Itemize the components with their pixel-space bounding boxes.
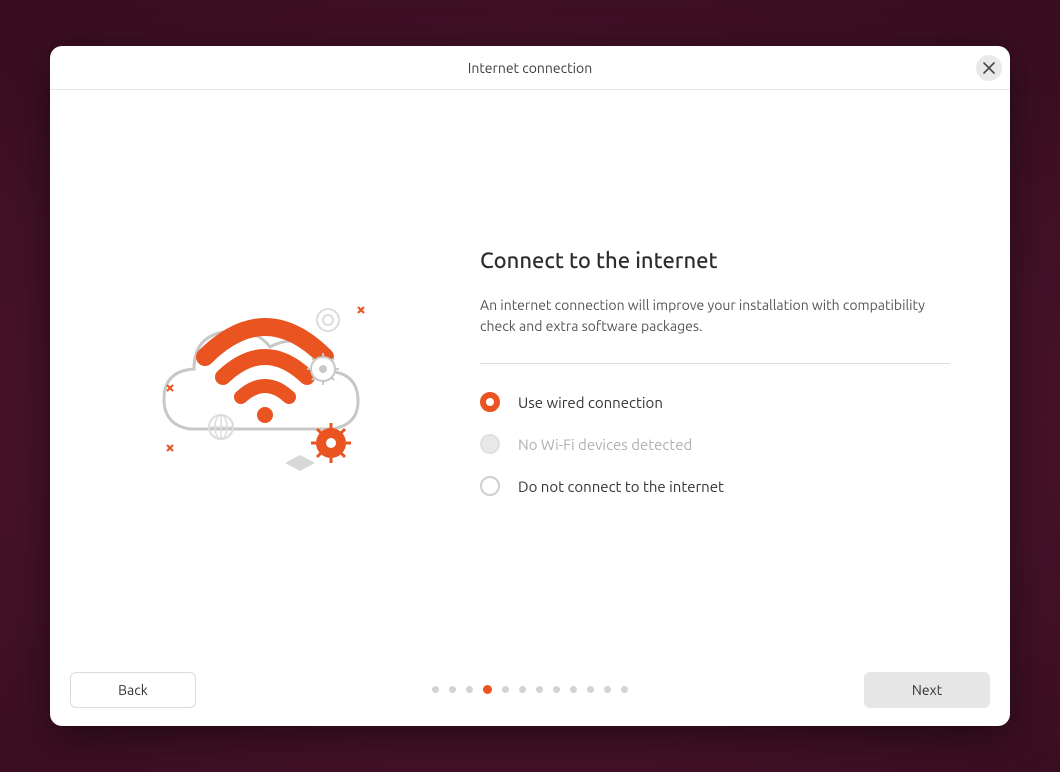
close-icon — [983, 62, 995, 74]
option-label: Do not connect to the internet — [518, 478, 724, 495]
step-dot — [553, 686, 560, 693]
option-label: No Wi-Fi devices detected — [518, 436, 692, 453]
back-button[interactable]: Back — [70, 672, 196, 708]
step-dot — [466, 686, 473, 693]
step-indicator — [432, 686, 628, 694]
close-button[interactable] — [976, 55, 1002, 81]
step-dot — [604, 686, 611, 693]
step-dot — [519, 686, 526, 693]
step-dot — [536, 686, 543, 693]
option-wired[interactable]: Use wired connection — [480, 392, 950, 412]
divider — [480, 363, 950, 364]
option-wifi: No Wi-Fi devices detected — [480, 434, 950, 454]
content-area: Connect to the internet An internet conn… — [50, 90, 1010, 654]
next-button[interactable]: Next — [864, 672, 990, 708]
option-no-connect[interactable]: Do not connect to the internet — [480, 476, 950, 496]
radio-disabled-icon — [480, 434, 500, 454]
radio-unselected-icon — [480, 476, 500, 496]
wifi-cloud-illustration — [50, 257, 480, 487]
step-dot — [587, 686, 594, 693]
connection-options: Use wired connection No Wi-Fi devices de… — [480, 392, 950, 496]
page-heading: Connect to the internet — [480, 248, 950, 273]
titlebar: Internet connection — [50, 46, 1010, 90]
step-dot — [621, 686, 628, 693]
step-dot-active — [483, 685, 492, 694]
step-dot — [502, 686, 509, 693]
step-dot — [570, 686, 577, 693]
form-panel: Connect to the internet An internet conn… — [480, 248, 1010, 496]
step-dot — [432, 686, 439, 693]
footer: Back Next — [50, 654, 1010, 726]
option-label: Use wired connection — [518, 394, 663, 411]
titlebar-title: Internet connection — [468, 60, 593, 76]
radio-selected-icon — [480, 392, 500, 412]
installer-dialog: Internet connection Con — [50, 46, 1010, 726]
page-subtext: An internet connection will improve your… — [480, 295, 950, 337]
step-dot — [449, 686, 456, 693]
